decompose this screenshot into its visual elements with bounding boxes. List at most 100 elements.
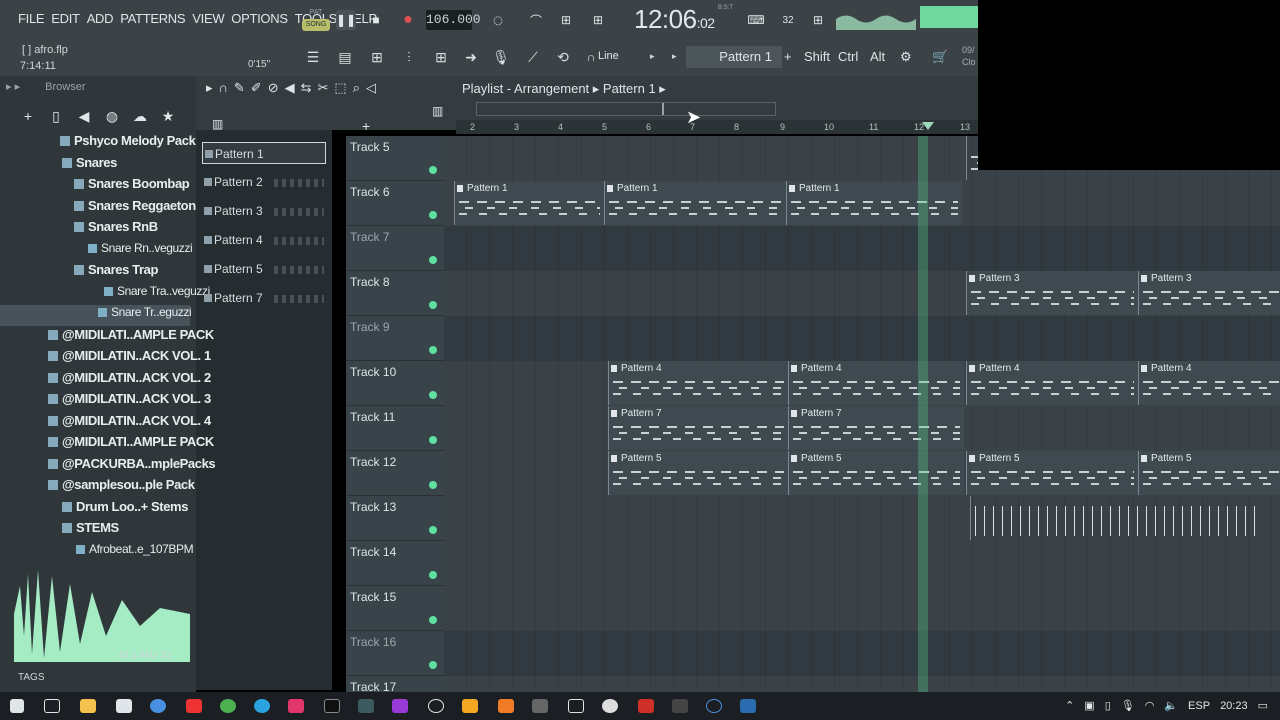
pattern-list-item[interactable]: Pattern 2 bbox=[202, 171, 326, 193]
browser-folder-item[interactable]: Snares Reggaeton bbox=[74, 198, 196, 219]
pattern-clip[interactable]: Pattern 7 bbox=[608, 406, 788, 450]
track-row[interactable]: Track 15 bbox=[346, 586, 1280, 631]
magnet-tool-icon[interactable]: ∩ bbox=[219, 80, 228, 96]
playlist-icon[interactable]: ☰ bbox=[302, 46, 324, 68]
pattern-clip[interactable]: Pattern 5 bbox=[608, 451, 788, 495]
track-name[interactable]: Track 6 bbox=[350, 185, 390, 199]
browser-folder-item[interactable]: @MIDILATIN..ACK VOL. 1 bbox=[48, 348, 211, 369]
tray-volume-icon[interactable]: 🔈 bbox=[1164, 699, 1178, 712]
browser-folder-item[interactable]: Pshyco Melody Pack bbox=[60, 133, 196, 154]
playback-tool-icon[interactable]: ◁ bbox=[366, 80, 376, 96]
browser-add-icon[interactable]: + bbox=[16, 108, 40, 124]
timeline-ruler[interactable] bbox=[456, 120, 978, 134]
blender-icon[interactable] bbox=[498, 699, 514, 713]
chrome-icon[interactable] bbox=[220, 699, 236, 713]
browser-folder-item[interactable]: Snares Trap bbox=[74, 262, 158, 283]
track-name[interactable]: Track 5 bbox=[350, 140, 390, 154]
plugin-icon[interactable]: ➜ bbox=[460, 46, 482, 68]
browser-folder-item[interactable]: @MIDILATIN..ACK VOL. 2 bbox=[48, 370, 211, 391]
pattern-arrow-icon[interactable]: ▸ bbox=[672, 51, 677, 62]
track-mute-led[interactable] bbox=[429, 166, 437, 174]
pattern-list-item[interactable]: Pattern 4 bbox=[202, 229, 326, 251]
tray-wifi-icon[interactable]: ◠ bbox=[1145, 699, 1155, 712]
alt-key[interactable]: Alt bbox=[870, 49, 885, 64]
zoom-tool-icon[interactable]: ⌕ bbox=[353, 80, 360, 96]
track-lane[interactable] bbox=[444, 226, 1280, 271]
draw-tool-icon[interactable]: ✎ bbox=[234, 80, 245, 96]
track-lane[interactable] bbox=[444, 631, 1280, 676]
loop-record-icon[interactable]: ⊞ bbox=[588, 10, 608, 30]
mute-tool-icon[interactable]: ◀ bbox=[285, 80, 295, 96]
menu-arrow-icon[interactable]: ▸ bbox=[206, 80, 213, 96]
task-view-icon[interactable] bbox=[44, 699, 60, 713]
track-mute-led[interactable] bbox=[429, 346, 437, 354]
file-icon[interactable]: ▯ bbox=[44, 108, 68, 125]
notifications-icon[interactable]: ▭ bbox=[1258, 699, 1268, 712]
pattern-clip[interactable]: Pattern 7 bbox=[788, 406, 964, 450]
pat-song-toggle[interactable]: PAT SONG bbox=[302, 7, 330, 33]
browser-file-item[interactable]: Afrobeat..e_107BPM bbox=[76, 542, 194, 563]
record-button[interactable]: ● bbox=[398, 10, 418, 30]
add-track-icon[interactable]: + bbox=[362, 118, 370, 134]
pattern-clip[interactable]: Pattern 1 bbox=[454, 181, 604, 225]
song-position-clock[interactable]: 12:06:02 bbox=[634, 4, 715, 35]
tray-language[interactable]: ESP bbox=[1188, 700, 1210, 712]
pattern-selector[interactable]: Pattern 1 bbox=[686, 46, 782, 68]
track-row[interactable]: Track 8 Pattern 3 Pattern 3 bbox=[346, 271, 1280, 316]
track-name[interactable]: Track 16 bbox=[350, 635, 396, 649]
track-mute-led[interactable] bbox=[429, 211, 437, 219]
steam-icon[interactable] bbox=[740, 699, 756, 713]
pattern-clip[interactable]: Pattern 4 bbox=[966, 361, 1138, 405]
pattern-clip[interactable]: Pattern 3 bbox=[966, 271, 1138, 315]
menu-patterns[interactable]: PATTERNS bbox=[120, 11, 185, 26]
browser-folder-item[interactable]: @MIDILATIN..ACK VOL. 4 bbox=[48, 413, 211, 434]
pattern-clip[interactable]: Pattern 5 bbox=[966, 451, 1138, 495]
track-mute-led[interactable] bbox=[429, 616, 437, 624]
keyboard-icon[interactable]: ⌨ bbox=[746, 10, 766, 30]
ctrl-key[interactable]: Ctrl bbox=[838, 49, 858, 64]
pattern-clip[interactable]: Pattern 1 bbox=[604, 181, 786, 225]
app-icon-red-2[interactable] bbox=[638, 699, 654, 713]
settings-icon[interactable]: ⚙ bbox=[900, 49, 912, 65]
track-name[interactable]: Track 17 bbox=[350, 680, 396, 692]
menu-file[interactable]: FILE bbox=[18, 11, 45, 26]
track-lane[interactable] bbox=[444, 586, 1280, 631]
track-mute-led[interactable] bbox=[429, 526, 437, 534]
app-icon-gray[interactable] bbox=[532, 699, 548, 713]
pattern-clip[interactable]: Pattern 4 bbox=[1138, 361, 1280, 405]
track-row[interactable]: Track 6 Pattern 1 Pattern 1 Pattern 1 bbox=[346, 181, 1280, 226]
obs-icon[interactable] bbox=[602, 699, 618, 713]
tempo-display[interactable]: 106.000 bbox=[426, 10, 481, 30]
undo-icon[interactable]: ⟲ bbox=[552, 46, 574, 68]
premiere-icon[interactable] bbox=[392, 699, 408, 713]
firefox-icon[interactable] bbox=[150, 699, 166, 713]
settings-app-icon[interactable] bbox=[428, 699, 444, 713]
track-row[interactable]: Track 12 Pattern 5 Pattern 5 Pattern 5 Patte… bbox=[346, 451, 1280, 496]
menu-view[interactable]: VIEW bbox=[192, 11, 224, 26]
add-pattern-icon[interactable]: + bbox=[784, 49, 792, 64]
metronome-icon[interactable]: ◌ bbox=[488, 10, 508, 30]
track-row[interactable]: Track 11 Pattern 7 Pattern 7 bbox=[346, 406, 1280, 451]
mixer-icon[interactable]: ⊞ bbox=[808, 10, 828, 30]
pattern-clip[interactable]: Pattern 5 bbox=[788, 451, 964, 495]
countdown-icon[interactable]: ⊞ bbox=[556, 10, 576, 30]
browser-folder-item[interactable]: @samplesou..ple Pack bbox=[48, 477, 195, 498]
browser-folder-item[interactable]: @MIDILATIN..ACK VOL. 3 bbox=[48, 391, 211, 412]
track-mute-led[interactable] bbox=[429, 256, 437, 264]
telegram-icon[interactable] bbox=[254, 699, 270, 713]
track-mute-led[interactable] bbox=[429, 571, 437, 579]
track-name[interactable]: Track 10 bbox=[350, 365, 396, 379]
tempo-tap-icon[interactable]: ⟋ bbox=[522, 46, 544, 68]
track-lane[interactable] bbox=[444, 541, 1280, 586]
store-icon[interactable] bbox=[116, 699, 132, 713]
windows-start-icon[interactable] bbox=[10, 699, 24, 713]
menu-edit[interactable]: EDIT bbox=[51, 11, 80, 26]
track-name[interactable]: Track 13 bbox=[350, 500, 396, 514]
track-mute-led[interactable] bbox=[429, 481, 437, 489]
slip-tool-icon[interactable]: ⇆ bbox=[301, 80, 312, 96]
pattern-clip[interactable]: Pattern 4 bbox=[788, 361, 964, 405]
track-lane[interactable] bbox=[444, 676, 1280, 692]
track-mute-led[interactable] bbox=[429, 391, 437, 399]
track-name[interactable]: Track 8 bbox=[350, 275, 390, 289]
mic-icon[interactable]: 🎙 bbox=[490, 46, 512, 68]
